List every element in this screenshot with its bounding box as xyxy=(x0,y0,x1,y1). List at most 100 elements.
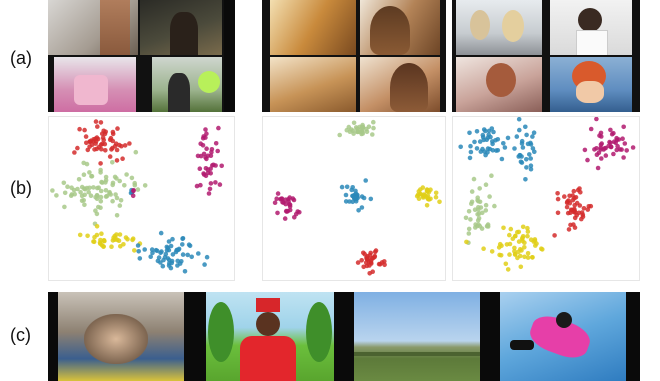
scatter-point xyxy=(135,187,141,192)
scatter-point xyxy=(103,180,108,185)
scatter-point xyxy=(115,126,120,131)
scatter-point xyxy=(573,195,579,200)
scatter-point xyxy=(167,261,172,266)
scatter-point xyxy=(349,187,354,193)
scatter-point xyxy=(555,210,561,216)
scatter-point xyxy=(567,193,572,199)
scatter-point xyxy=(463,215,469,221)
scatter-point xyxy=(520,224,526,230)
scatter-point xyxy=(368,196,374,202)
scatter-point xyxy=(624,148,629,153)
scatter-point xyxy=(95,185,100,191)
scatter-point xyxy=(599,156,604,161)
scatter-point xyxy=(505,267,511,272)
scatter-point xyxy=(485,224,491,229)
scatter-point xyxy=(156,255,162,260)
scatter-plot xyxy=(272,119,442,276)
scatter-point xyxy=(185,252,190,258)
scatter-point xyxy=(113,141,119,146)
scatter-point xyxy=(594,117,599,122)
scatter-point xyxy=(91,185,96,190)
scatter-point xyxy=(466,231,472,236)
scatter-point xyxy=(98,205,103,210)
scatter-point xyxy=(93,208,98,213)
scatter-point xyxy=(370,132,375,137)
row-label-c: (c) xyxy=(10,325,31,345)
scatter-point xyxy=(50,188,55,193)
scatter-point xyxy=(110,160,115,165)
scatter-point xyxy=(279,196,285,201)
scatter-point xyxy=(122,183,127,188)
scatter-point xyxy=(613,140,618,146)
scatter-point xyxy=(510,236,516,241)
scatter-point xyxy=(503,261,509,267)
frame-group-a3 xyxy=(452,0,640,112)
scatter-point xyxy=(98,170,103,175)
scatter-point xyxy=(524,132,529,138)
scatter-point xyxy=(216,125,221,131)
scatter-point xyxy=(517,127,522,133)
scatter-point xyxy=(525,233,530,239)
scatter-point xyxy=(99,231,104,236)
scatter-point xyxy=(487,194,492,199)
scatter-point xyxy=(110,129,116,135)
scatter-point xyxy=(101,137,106,143)
scatter-point xyxy=(519,248,524,253)
scatter-point xyxy=(201,171,206,176)
scatter-point xyxy=(518,264,524,270)
scatter-point xyxy=(119,143,124,149)
scatter-point xyxy=(219,163,224,169)
scatter-point xyxy=(495,148,501,153)
scatter-point xyxy=(527,152,532,157)
scatter-point xyxy=(597,133,602,138)
scatter-point xyxy=(117,178,122,184)
scatter-point xyxy=(159,249,164,254)
scatter-point xyxy=(135,243,141,248)
scatter-point xyxy=(475,218,481,223)
scatter-point xyxy=(492,203,497,209)
scatter-point xyxy=(483,202,489,208)
scatter-point xyxy=(168,243,174,249)
scatter-point xyxy=(131,188,136,194)
scatter-point xyxy=(92,147,97,152)
video-frame xyxy=(360,57,440,112)
scatter-point xyxy=(499,156,505,162)
scatter-point xyxy=(609,131,615,137)
scatter-point xyxy=(207,186,213,192)
scatter-point xyxy=(101,128,106,134)
scatter-point xyxy=(501,225,506,231)
scatter-point xyxy=(572,225,578,230)
scatter-point xyxy=(458,144,463,150)
scatter-point xyxy=(168,265,174,271)
video-frame xyxy=(360,0,440,55)
scatter-point xyxy=(272,200,278,205)
scatter-point xyxy=(158,230,164,236)
video-frame xyxy=(58,292,184,381)
video-frame xyxy=(456,0,542,55)
scatter-point xyxy=(343,199,349,204)
scatter-point xyxy=(424,203,430,208)
scatter-point xyxy=(72,150,77,155)
scatter-point xyxy=(507,252,512,257)
scatter-point xyxy=(508,226,514,232)
scatter-point xyxy=(363,178,368,183)
scatter-point xyxy=(497,241,503,247)
scatter-point xyxy=(107,137,113,143)
scatter-point xyxy=(133,149,139,155)
scatter-point xyxy=(355,260,361,265)
scatter-point xyxy=(353,125,359,130)
scatter-point xyxy=(366,124,372,129)
scatter-point xyxy=(523,177,528,182)
scatter-point xyxy=(180,242,185,247)
scatter-point xyxy=(163,251,169,257)
video-frame xyxy=(270,57,356,112)
scatter-point xyxy=(351,120,357,126)
scatter-point xyxy=(180,236,185,242)
scatter-point xyxy=(614,147,619,153)
scatter-point xyxy=(179,259,184,264)
scatter-point xyxy=(422,193,427,198)
video-frame xyxy=(206,292,334,381)
scatter-point xyxy=(361,250,366,256)
scatter-point xyxy=(588,126,594,132)
scatter-point xyxy=(72,191,77,197)
